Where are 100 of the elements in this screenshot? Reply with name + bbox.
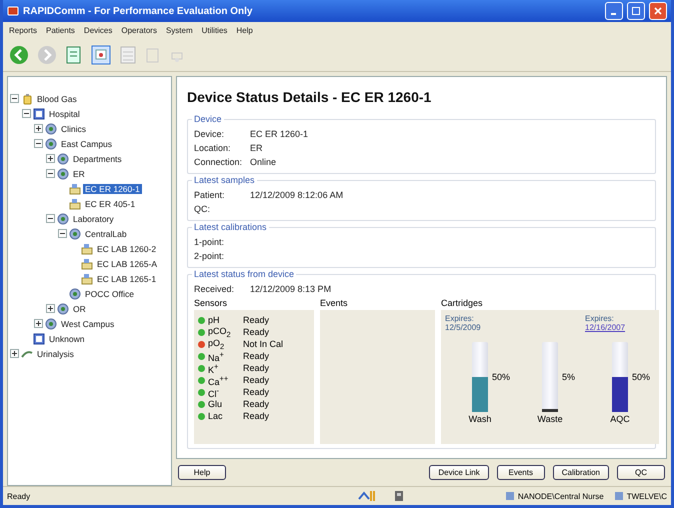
tree-item[interactable]: West Campus: [59, 318, 116, 328]
network-icon: [45, 122, 57, 134]
tree-item[interactable]: Unknown: [47, 334, 86, 344]
cartridge-name: Wash: [468, 414, 492, 424]
expand-icon[interactable]: [34, 124, 43, 133]
sensor-name: Glu: [208, 399, 224, 409]
sensor-status: Ready: [243, 387, 270, 397]
tree-item[interactable]: OR: [71, 304, 88, 314]
field-label: Connection:: [194, 157, 244, 167]
menu-item[interactable]: Patients: [46, 26, 75, 35]
sensor-status: Ready: [243, 363, 270, 373]
column-label: Events: [320, 298, 348, 308]
screen-icon[interactable]: [91, 45, 111, 65]
minimize-button[interactable]: [605, 2, 623, 20]
collapse-icon[interactable]: [34, 139, 43, 148]
expiry-label: Expires:: [445, 314, 475, 323]
field-label: Device:: [194, 129, 226, 139]
field-value: EC ER 1260-1: [250, 129, 308, 139]
collapse-icon[interactable]: [58, 229, 67, 238]
action-button[interactable]: Calibration: [552, 465, 609, 480]
cartridge-name: Waste: [537, 414, 563, 424]
sensor-status: Ready: [243, 327, 270, 337]
maximize-button[interactable]: [627, 2, 645, 20]
network-icon: [69, 228, 81, 240]
document-icon[interactable]: [65, 45, 83, 65]
app-icon: [7, 5, 19, 17]
expand-icon[interactable]: [10, 349, 19, 358]
group-title: Latest status from device: [192, 269, 296, 279]
network-icon: [57, 152, 69, 164]
action-button[interactable]: QC: [617, 465, 665, 480]
field-value: ER: [250, 143, 263, 153]
analyzer-icon: [81, 272, 93, 284]
tree-item[interactable]: EC LAB 1265-A: [95, 258, 160, 268]
collapse-icon[interactable]: [46, 169, 55, 178]
column-label: Cartridges: [441, 298, 483, 308]
tree-item[interactable]: CentralLab: [83, 228, 129, 238]
sensor-status: Not In Cal: [243, 339, 284, 349]
back-icon[interactable]: [9, 45, 29, 65]
network-icon: [69, 288, 81, 300]
analyzer-icon: [69, 198, 81, 210]
expand-icon[interactable]: [34, 319, 43, 328]
tree-item[interactable]: POCC Office: [83, 288, 136, 298]
sensor-name: Ca$^{++}$: [208, 374, 230, 386]
close-button[interactable]: [649, 2, 667, 20]
field-value: 12/12/2009 8:12:06 AM: [250, 190, 344, 200]
field-label: Location:: [194, 143, 232, 153]
page-heading: Device Status Details - EC ER 1260-1: [187, 89, 432, 105]
tree-item[interactable]: Departments: [71, 154, 124, 164]
tree-item[interactable]: EC ER 1260-1: [83, 184, 142, 194]
network-icon: [57, 212, 69, 224]
action-button[interactable]: Device Link: [429, 465, 489, 480]
menu-item[interactable]: Utilities: [202, 26, 228, 35]
sensor-name: Cl$^{-}$: [208, 386, 220, 398]
menu-item[interactable]: Devices: [84, 26, 112, 35]
expiry-date: 12/16/2007: [585, 323, 626, 332]
status-text: Ready: [7, 492, 30, 500]
help-button[interactable]: Help: [178, 465, 226, 480]
tree-item[interactable]: Hospital: [47, 108, 82, 118]
window-title: RAPIDComm - For Performance Evaluation Only: [23, 6, 252, 16]
field-label: Patient:: [194, 190, 226, 200]
collapse-icon[interactable]: [22, 109, 31, 118]
column-label: Sensors: [194, 298, 228, 308]
collapse-icon[interactable]: [10, 94, 19, 103]
status-pane: TWELVE\C: [626, 492, 667, 500]
tree-item[interactable]: Laboratory: [71, 214, 116, 224]
menu-item[interactable]: System: [166, 26, 193, 35]
expiry-date: 12/5/2009: [445, 323, 482, 332]
sensor-name: Lac: [208, 411, 224, 421]
tree-item[interactable]: EC LAB 1260-2: [95, 244, 158, 254]
group-title: Latest samples: [192, 175, 257, 185]
sensor-status: Ready: [243, 351, 270, 361]
sensor-name: pO$_{2}$: [208, 338, 226, 350]
action-button[interactable]: Events: [496, 465, 545, 480]
tree-item[interactable]: Urinalysis: [35, 348, 76, 358]
sensor-name: Na$^{+}$: [208, 350, 225, 362]
expand-icon[interactable]: [46, 304, 55, 313]
expand-icon[interactable]: [46, 154, 55, 163]
tree-item[interactable]: East Campus: [59, 138, 114, 148]
tree-item[interactable]: Clinics: [59, 124, 88, 134]
sensor-status: Ready: [243, 411, 270, 421]
analyzer-icon: [81, 242, 93, 254]
tree-item[interactable]: EC ER 405-1: [83, 198, 138, 208]
field-label: 2-point:: [194, 251, 226, 261]
cartridge-name: AQC: [610, 414, 630, 424]
bottle-icon: [21, 92, 33, 104]
network-icon: [57, 302, 69, 314]
menu-item[interactable]: Reports: [9, 26, 38, 35]
analyzer-icon: [69, 182, 81, 194]
tree-item[interactable]: Blood Gas: [35, 94, 79, 104]
maximize-icon: [632, 7, 640, 15]
tree-item[interactable]: EC LAB 1265-1: [95, 274, 158, 284]
sensor-status: Ready: [243, 375, 270, 385]
tree-item[interactable]: ER: [71, 168, 87, 178]
menu-item[interactable]: Help: [236, 26, 253, 35]
collapse-icon[interactable]: [46, 214, 55, 223]
close-icon: [654, 7, 662, 15]
network-icon: [45, 138, 57, 150]
field-label: 1-point:: [194, 237, 226, 247]
menu-item[interactable]: Operators: [121, 26, 157, 35]
expiry-label: Expires:: [585, 314, 615, 323]
